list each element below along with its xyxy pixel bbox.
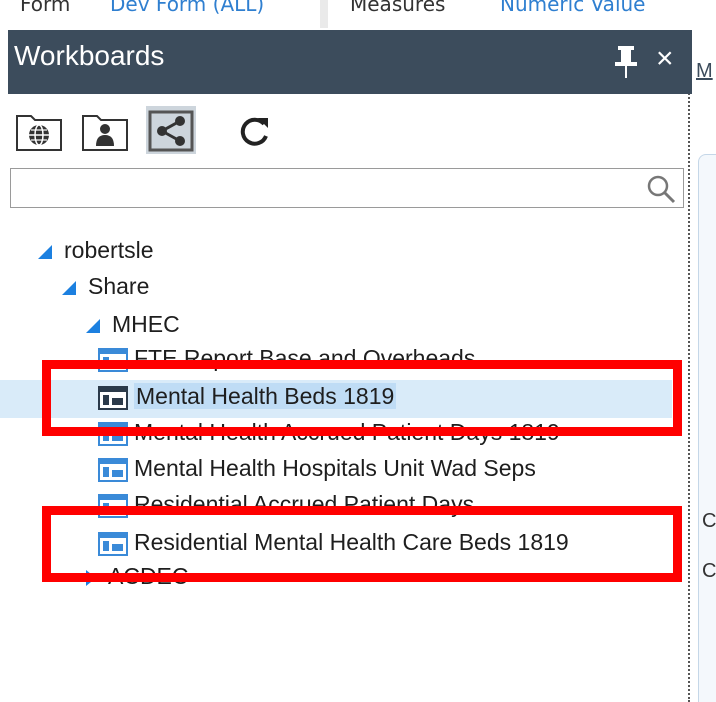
right-pane-text: C xyxy=(702,510,716,532)
measures-value-link[interactable]: Numeric Value xyxy=(500,0,645,16)
red-highlight-box xyxy=(42,360,682,436)
expanded-triangle-icon[interactable] xyxy=(38,244,52,259)
user-folder-icon xyxy=(82,115,128,151)
workboard-toolbar xyxy=(12,106,312,158)
panel-title: Workboards xyxy=(14,40,165,71)
form-value-link[interactable]: Dev Form (ALL) xyxy=(110,0,264,16)
right-pane-text: C xyxy=(702,560,716,582)
expanded-triangle-icon[interactable] xyxy=(62,280,76,295)
globe-folder-icon xyxy=(16,115,62,151)
right-pane-content xyxy=(698,154,716,702)
panel-header: Workboards × xyxy=(8,30,692,94)
workboard-item-label: Mental Health Hospitals Unit Wad Seps xyxy=(134,455,536,481)
red-highlight-box xyxy=(42,506,682,582)
close-icon[interactable]: × xyxy=(656,42,674,76)
expanded-triangle-icon[interactable] xyxy=(86,318,100,333)
strip-separator xyxy=(320,0,328,28)
shared-workboards-button[interactable] xyxy=(146,106,196,154)
pin-icon[interactable] xyxy=(610,44,642,80)
share-icon xyxy=(148,110,194,152)
tree-node-label: MHEC xyxy=(112,311,180,337)
workboard-icon xyxy=(98,457,128,482)
refresh-icon[interactable] xyxy=(234,112,274,152)
tree-node-share[interactable]: Share xyxy=(62,268,149,304)
workboard-search xyxy=(10,168,684,208)
workboard-item[interactable]: Mental Health Hospitals Unit Wad Seps xyxy=(98,450,536,486)
search-icon[interactable] xyxy=(645,173,677,205)
panel-splitter[interactable] xyxy=(688,30,690,702)
right-pane: M C C xyxy=(694,30,716,702)
right-pane-tab[interactable]: M xyxy=(696,60,713,83)
top-filter-strip: Form Dev Form (ALL) Measures Numeric Val… xyxy=(0,0,716,28)
tree-node-label: Share xyxy=(88,273,150,299)
search-input[interactable] xyxy=(15,171,639,207)
form-label: Form xyxy=(20,0,71,16)
my-workboards-button[interactable] xyxy=(80,106,130,154)
tree-node-robertsle[interactable]: robertsle xyxy=(38,232,153,268)
public-workboards-button[interactable] xyxy=(14,106,64,154)
measures-label: Measures xyxy=(350,0,446,16)
tree-node-mhec[interactable]: MHEC xyxy=(86,306,180,342)
tree-node-label: robertsle xyxy=(64,237,154,263)
